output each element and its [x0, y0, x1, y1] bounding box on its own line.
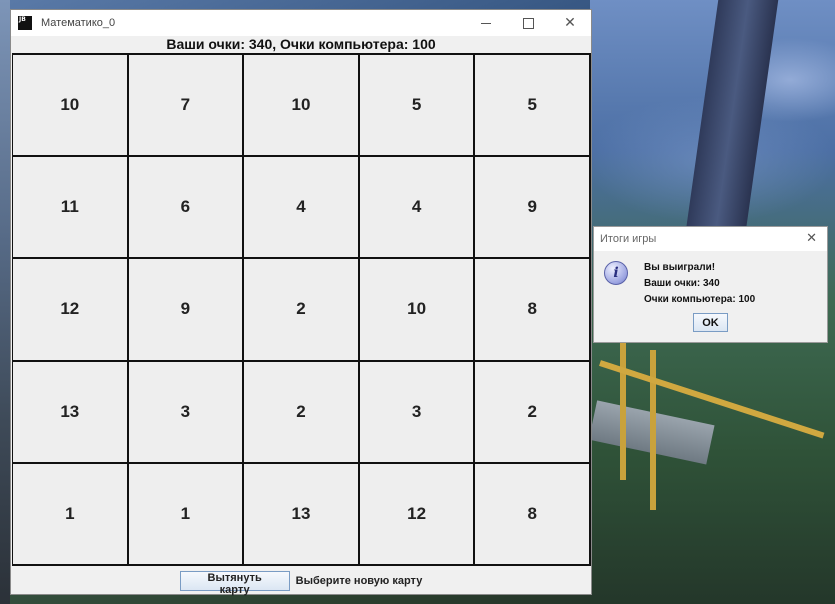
- card-grid: 10 7 10 5 5 11 6 4 4 9 12 9 2 10 8 13 3 2 3 2 1 1 13 12 8: [12, 53, 591, 566]
- grid-cell[interactable]: 2: [244, 361, 360, 464]
- grid-cell[interactable]: 9: [475, 157, 591, 260]
- grid-cell[interactable]: 2: [475, 361, 591, 464]
- ok-button[interactable]: OK: [693, 313, 728, 332]
- minimize-button[interactable]: [465, 10, 507, 36]
- status-hint: Выберите новую карту: [295, 575, 423, 587]
- grid-cell[interactable]: 12: [13, 259, 129, 362]
- dialog-message: Вы выиграли! Ваши очки: 340 Очки компьют…: [644, 260, 755, 308]
- wallpaper-railing: [620, 340, 626, 480]
- grid-cell[interactable]: 7: [128, 55, 245, 158]
- grid-cell[interactable]: 8: [475, 259, 591, 362]
- minimize-icon: [481, 22, 491, 24]
- grid-cell[interactable]: 10: [359, 259, 476, 362]
- close-button[interactable]: ✕: [549, 10, 591, 36]
- grid-cell[interactable]: 13: [13, 361, 129, 464]
- maximize-button[interactable]: [507, 10, 549, 36]
- dialog-title: Итоги игры: [600, 233, 657, 245]
- grid-cell[interactable]: 10: [244, 55, 360, 158]
- desktop-wallpaper-edge: [0, 0, 10, 604]
- wallpaper-railing: [650, 350, 656, 510]
- info-icon: i: [604, 261, 628, 285]
- grid-cell[interactable]: 4: [244, 157, 360, 260]
- grid-cell[interactable]: 1: [128, 463, 245, 566]
- grid-cell[interactable]: 5: [475, 55, 591, 158]
- grid-cell[interactable]: 3: [359, 361, 476, 464]
- grid-cell[interactable]: 10: [13, 55, 129, 158]
- title-bar[interactable]: JB Математико_0 ✕: [11, 10, 591, 36]
- bottom-bar: Вытянуть карту Выберите новую карту: [11, 568, 591, 596]
- window-title: Математико_0: [41, 17, 116, 29]
- grid-cell[interactable]: 9: [128, 259, 245, 362]
- close-icon: ✕: [564, 15, 576, 31]
- grid-cell[interactable]: 3: [128, 361, 245, 464]
- grid-cell[interactable]: 11: [13, 157, 129, 260]
- grid-cell[interactable]: 12: [359, 463, 476, 566]
- java-app-icon: JB: [18, 16, 32, 30]
- dialog-close-icon[interactable]: ✕: [806, 231, 817, 246]
- grid-cell[interactable]: 13: [244, 463, 360, 566]
- maximize-icon: [522, 17, 534, 29]
- score-label: Ваши очки: 340, Очки компьютера: 100: [166, 36, 436, 52]
- player-score-line: Ваши очки: 340: [644, 278, 720, 289]
- grid-cell[interactable]: 5: [359, 55, 476, 158]
- grid-cell[interactable]: 4: [359, 157, 476, 260]
- grid-cell[interactable]: 8: [475, 463, 591, 566]
- game-window: JB Математико_0 ✕ Ваши очки: 340, Очки к…: [10, 9, 592, 596]
- grid-cell[interactable]: 2: [244, 259, 360, 362]
- computer-score-line: Очки компьютера: 100: [644, 294, 756, 305]
- results-dialog: Итоги игры ✕ i Вы выиграли! Ваши очки: 3…: [593, 226, 828, 343]
- result-line: Вы выиграли!: [644, 262, 716, 273]
- dialog-title-bar[interactable]: Итоги игры ✕: [594, 227, 827, 251]
- grid-cell[interactable]: 1: [13, 463, 129, 566]
- grid-cell[interactable]: 6: [128, 157, 245, 260]
- draw-card-button[interactable]: Вытянуть карту: [179, 571, 290, 596]
